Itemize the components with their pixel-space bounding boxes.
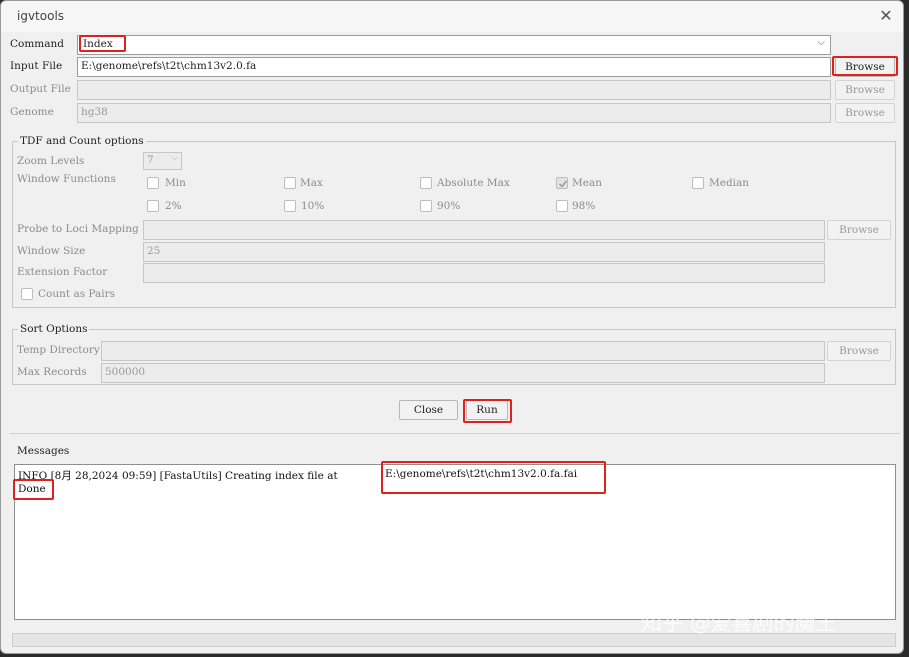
message-line-1-prefix: INFO [8月 28,2024 09:59] [FastaUtils] Cre… <box>18 470 338 482</box>
checkbox-label: Absolute Max <box>437 177 510 189</box>
extension-factor-label: Extension Factor <box>17 266 108 278</box>
window-functions-label: Window Functions <box>17 173 116 185</box>
checkbox-box[interactable] <box>284 177 296 189</box>
temp-directory-field[interactable] <box>101 341 825 361</box>
checkbox-box[interactable] <box>284 200 296 212</box>
command-label: Command <box>10 38 65 50</box>
checkbox-box[interactable] <box>21 288 33 300</box>
output-file-label: Output File <box>10 83 71 95</box>
checkbox-label: Count as Pairs <box>38 288 116 300</box>
checkbox-label: Median <box>709 177 750 189</box>
input-file-field[interactable]: E:\genome\refs\t2t\chm13v2.0.fa <box>77 57 831 77</box>
close-window-icon[interactable]: ✕ <box>875 5 897 27</box>
temp-browse-button[interactable]: Browse <box>827 341 891 361</box>
tdf-options-legend: TDF and Count options <box>18 135 146 147</box>
command-highlight <box>79 35 126 52</box>
watermark: 知乎 @爱喜剧的魔王 <box>641 611 837 635</box>
title-bar[interactable]: igvtools ✕ <box>1 1 903 32</box>
genome-field[interactable]: hg38 <box>77 103 831 123</box>
window-size-field[interactable]: 25 <box>143 242 825 262</box>
checkbox-box[interactable] <box>556 177 568 189</box>
zoom-levels-label: Zoom Levels <box>17 155 85 167</box>
output-file-field[interactable] <box>77 80 831 100</box>
checkbox-box[interactable] <box>556 200 568 212</box>
chevron-down-icon: ⌵ <box>817 37 825 48</box>
close-button[interactable]: Close <box>399 400 458 420</box>
chevron-down-icon: ⌵ <box>171 153 178 163</box>
temp-directory-label: Temp Directory <box>17 344 100 356</box>
checkbox-label: 90% <box>437 200 461 212</box>
checkbox-box[interactable] <box>420 200 432 212</box>
checkbox-box[interactable] <box>147 177 159 189</box>
max-records-label: Max Records <box>17 366 87 378</box>
window-size-label: Window Size <box>17 245 86 257</box>
extension-factor-field[interactable] <box>143 263 825 283</box>
genome-browse-button[interactable]: Browse <box>835 103 895 123</box>
command-select[interactable]: Index ⌵ <box>77 35 831 55</box>
window-title: igvtools <box>17 9 65 23</box>
checkbox-box[interactable] <box>420 177 432 189</box>
path-highlight <box>381 461 606 494</box>
done-highlight <box>13 479 54 500</box>
genome-label: Genome <box>10 106 54 118</box>
run-highlight <box>463 399 512 423</box>
divider <box>10 433 900 434</box>
check-icon <box>558 180 568 188</box>
messages-label: Messages <box>17 445 70 457</box>
input-file-label: Input File <box>10 60 63 72</box>
checkbox-box[interactable] <box>692 177 704 189</box>
probe-mapping-label: Probe to Loci Mapping <box>17 223 139 235</box>
checkbox-label: 98% <box>572 200 596 212</box>
checkbox-label: Mean <box>572 177 602 189</box>
checkbox-box[interactable] <box>147 200 159 212</box>
input-browse-highlight <box>832 56 898 76</box>
checkbox-label: Min <box>165 177 186 189</box>
igvtools-dialog: igvtools ✕ Command Index ⌵ Input File E:… <box>0 0 904 654</box>
checkbox-label: Max <box>300 177 323 189</box>
checkbox-label: 10% <box>301 200 325 212</box>
checkbox-label: 2% <box>165 200 182 212</box>
probe-mapping-field[interactable] <box>143 220 825 240</box>
output-browse-button[interactable]: Browse <box>835 80 895 100</box>
zoom-levels-value: 7 <box>147 154 154 166</box>
max-records-field[interactable]: 500000 <box>101 363 825 383</box>
sort-options-legend: Sort Options <box>18 323 90 335</box>
probe-browse-button[interactable]: Browse <box>827 220 891 240</box>
zoom-levels-select[interactable]: 7 ⌵ <box>143 152 182 170</box>
